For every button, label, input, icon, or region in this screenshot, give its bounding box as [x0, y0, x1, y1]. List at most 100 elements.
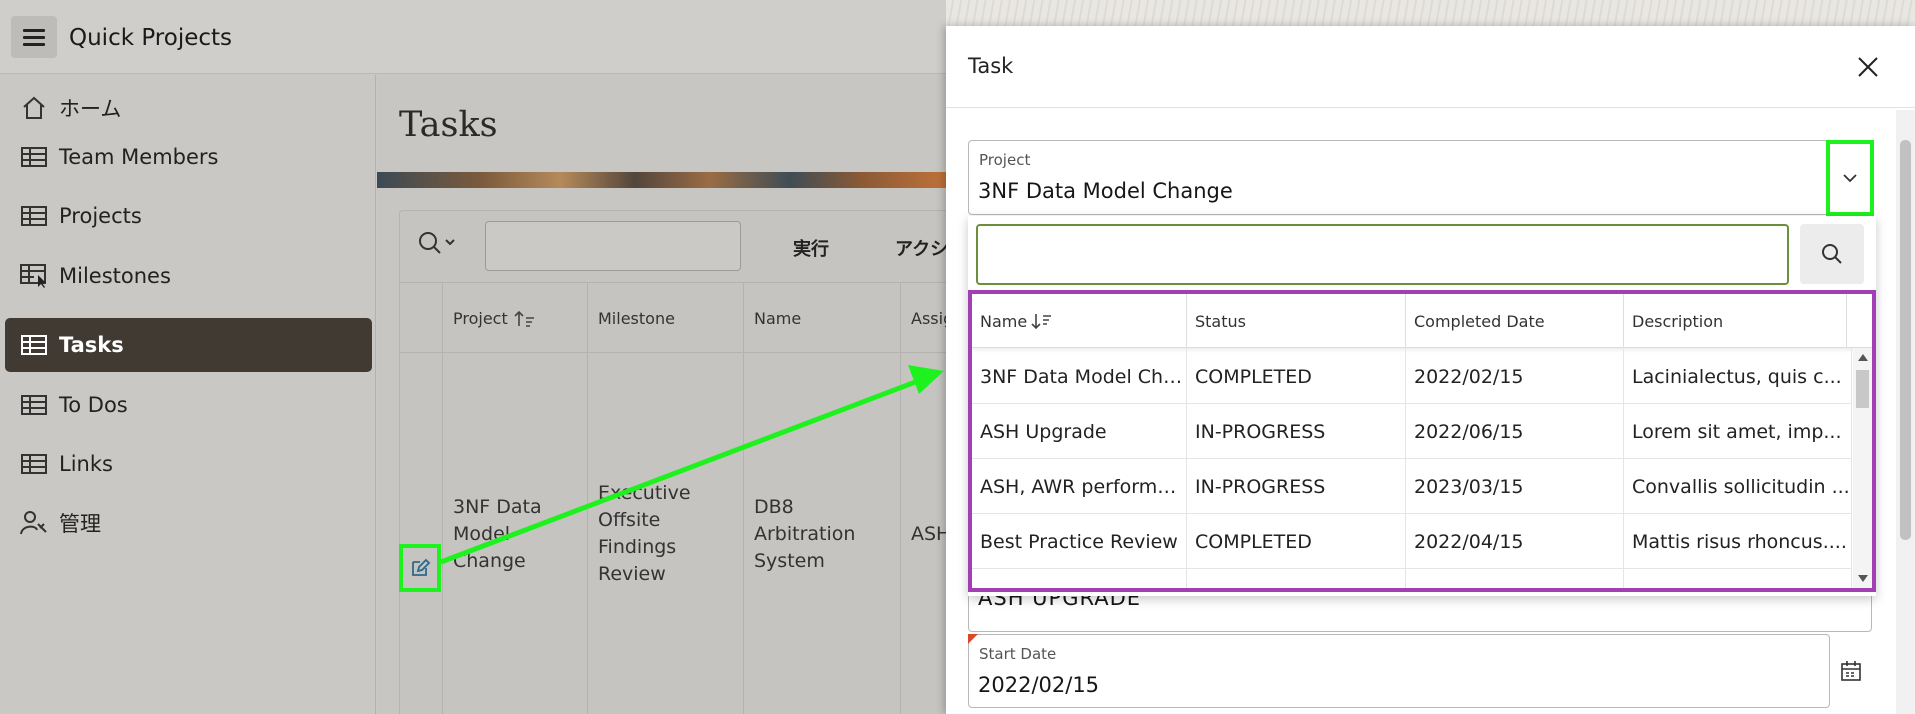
date-picker-button[interactable] — [1834, 654, 1868, 688]
column-header-name[interactable]: Name — [744, 283, 901, 354]
menu-toggle-button[interactable] — [11, 16, 57, 58]
sidebar-item-label: 管理 — [59, 512, 101, 536]
sidebar-item-label: Projects — [59, 204, 142, 228]
lov-cell-completed-date: 2023/03/15 — [1406, 459, 1624, 514]
sidebar-item-label: Tasks — [59, 333, 124, 357]
grid-header: Project Milestone Name Assig — [400, 282, 953, 354]
lov-column-header-name[interactable]: Name — [972, 294, 1187, 348]
dialog-backdrop-strip — [946, 0, 1915, 26]
sidebar-item-label: Links — [59, 452, 113, 476]
dialog-header: Task — [946, 26, 1915, 108]
table-icon — [17, 142, 51, 172]
lov-cell-name: Best Practice Review — [972, 514, 1187, 569]
lov-cell-status: COMPLETED — [1187, 349, 1406, 404]
actions-button[interactable]: アクシ — [895, 235, 948, 261]
project-field-value: 3NF Data Model Change — [978, 179, 1233, 203]
user-wrench-icon — [17, 508, 51, 538]
calendar-icon — [1841, 661, 1861, 681]
table-icon — [17, 261, 51, 291]
sidebar-item-home[interactable]: ホーム — [5, 81, 372, 135]
lov-cell-completed-date — [1406, 569, 1624, 588]
start-date-field[interactable]: Start Date 2022/02/15 — [968, 634, 1830, 708]
edit-cell — [400, 354, 443, 714]
edit-icon — [412, 558, 431, 576]
page-title: Tasks — [399, 105, 498, 145]
lov-cell-status — [1187, 569, 1406, 588]
start-date-label: Start Date — [979, 645, 1057, 663]
app-header: Quick Projects — [0, 0, 950, 74]
start-date-value: 2022/02/15 — [978, 673, 1100, 697]
cell-project: 3NF Data Model Change — [443, 354, 588, 714]
lov-popup: Name Status Completed Date Description 3… — [968, 216, 1876, 596]
task-dialog: Task Project 3NF Data Model Change ASH U… — [946, 26, 1915, 714]
dialog-scrollbar[interactable] — [1896, 110, 1915, 714]
sidebar-item-links[interactable]: Links — [5, 437, 372, 491]
sort-ascending-icon — [514, 310, 534, 327]
dialog-title: Task — [968, 54, 1014, 78]
lov-search-input[interactable] — [976, 224, 1789, 285]
scroll-down-icon[interactable] — [1858, 575, 1868, 582]
table-icon — [17, 201, 51, 231]
lov-scrollbar[interactable] — [1853, 348, 1872, 588]
lov-cell-status: COMPLETED — [1187, 514, 1406, 569]
sidebar-item-projects[interactable]: Projects — [5, 189, 372, 243]
lov-header: Name Status Completed Date Description — [972, 294, 1872, 348]
lov-column-header-status[interactable]: Status — [1187, 294, 1406, 348]
lov-cell-description: Lacinialectus, quis c... — [1624, 349, 1852, 404]
table-row: 3NF Data Model Change Executive Offsite … — [400, 354, 950, 714]
lov-cell-status: IN-PROGRESS — [1187, 404, 1406, 459]
lov-cell-completed-date: 2022/04/15 — [1406, 514, 1624, 569]
lov-cell-description — [1624, 569, 1852, 588]
report-search-input[interactable] — [485, 221, 741, 271]
lov-cell-name: ASH Upgrade — [972, 404, 1187, 459]
edit-column-header — [400, 283, 443, 354]
search-column-icon[interactable] — [417, 230, 461, 260]
scroll-up-icon[interactable] — [1858, 354, 1868, 361]
lov-row[interactable]: Best Practice Review COMPLETED 2022/04/1… — [972, 514, 1852, 569]
sidebar-item-tasks[interactable]: Tasks — [5, 318, 372, 372]
column-header-milestone[interactable]: Milestone — [588, 283, 744, 354]
sidebar-item-to-dos[interactable]: To Dos — [5, 378, 372, 432]
sidebar-item-milestones[interactable]: Milestones — [5, 249, 372, 303]
dialog-scrollbar-thumb[interactable] — [1900, 140, 1911, 540]
lov-cell-completed-date: 2022/06/15 — [1406, 404, 1624, 459]
search-icon — [1822, 244, 1842, 264]
lov-cell-name: 3NF Data Model Cha... — [972, 349, 1187, 404]
sidebar: ホーム Team Members Projects Milestones Tas… — [0, 75, 376, 714]
edit-row-button[interactable] — [399, 544, 441, 592]
lov-grid: Name Status Completed Date Description 3… — [968, 290, 1876, 592]
lov-row[interactable]: ASH, AWR performa... IN-PROGRESS 2023/03… — [972, 459, 1852, 514]
project-field[interactable]: Project 3NF Data Model Change — [968, 140, 1872, 215]
sidebar-item-admin[interactable]: 管理 — [5, 496, 372, 550]
chevron-down-icon — [1843, 174, 1857, 183]
sidebar-item-label: To Dos — [59, 393, 128, 417]
app-title[interactable]: Quick Projects — [69, 25, 232, 51]
lov-row[interactable]: ASH Upgrade IN-PROGRESS 2022/06/15 Lorem… — [972, 404, 1852, 459]
table-icon — [17, 330, 51, 360]
lov-scrollbar-thumb[interactable] — [1856, 370, 1869, 408]
sidebar-item-label: Milestones — [59, 264, 171, 288]
go-button[interactable]: 実行 — [793, 235, 829, 261]
lov-cell-description: Lorem sit amet, imp... — [1624, 404, 1852, 459]
lov-cell-name — [972, 569, 1187, 588]
lov-column-header-completed-date[interactable]: Completed Date — [1406, 294, 1624, 348]
sidebar-item-team-members[interactable]: Team Members — [5, 130, 372, 184]
column-header-project[interactable]: Project — [443, 283, 588, 354]
table-icon — [17, 390, 51, 420]
cell-name: DB8 Arbitration System — [744, 354, 901, 714]
home-icon — [17, 93, 51, 123]
close-button[interactable] — [1851, 50, 1885, 84]
project-lov-button[interactable] — [1826, 140, 1874, 216]
main-content: Tasks 実行 アクシ Project Milestone Name Assi… — [377, 75, 959, 714]
lov-column-header-description[interactable]: Description — [1624, 294, 1847, 348]
lov-cell-description: Mattis risus rhoncus.... — [1624, 514, 1852, 569]
sort-descending-icon — [1031, 314, 1052, 330]
field-behind-popup: ASH UPGRADE — [968, 596, 1872, 632]
lov-row[interactable] — [972, 569, 1852, 588]
required-indicator — [968, 634, 978, 644]
close-icon — [1858, 57, 1878, 77]
lov-search-button[interactable] — [1800, 224, 1864, 284]
lov-row[interactable]: 3NF Data Model Cha... COMPLETED 2022/02/… — [972, 349, 1852, 404]
sidebar-item-label: Team Members — [59, 145, 219, 169]
lov-cell-name: ASH, AWR performa... — [972, 459, 1187, 514]
